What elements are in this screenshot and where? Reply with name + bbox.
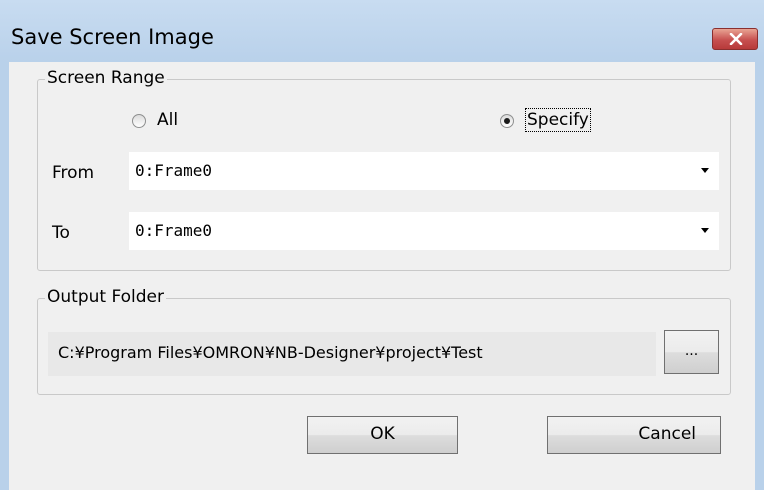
browse-button-label: ... <box>684 343 699 359</box>
from-label: From <box>52 163 95 183</box>
output-folder-path-text: C:¥Program Files¥OMRON¥NB-Designer¥proje… <box>58 343 483 362</box>
screen-range-legend: Screen Range <box>45 68 167 88</box>
radio-specify[interactable] <box>500 114 514 128</box>
to-value: 0:Frame0 <box>135 221 213 240</box>
from-combo[interactable]: 0:Frame0 <box>129 152 719 190</box>
ok-button[interactable]: OK <box>307 416 458 454</box>
dialog-title: Save Screen Image <box>11 25 214 49</box>
chevron-down-icon <box>701 228 709 233</box>
radio-selected-dot <box>504 118 510 124</box>
chevron-down-icon <box>701 168 709 173</box>
to-label: To <box>52 223 70 243</box>
title-bar[interactable]: Save Screen Image <box>0 0 764 62</box>
cancel-button[interactable]: Cancel <box>547 416 721 454</box>
radio-specify-label[interactable]: Specify <box>525 108 591 132</box>
close-icon <box>729 33 743 45</box>
dialog-body: Screen Range All Specify From 0:Frame0 T… <box>9 62 755 490</box>
output-folder-legend: Output Folder <box>45 287 166 307</box>
ok-button-label: OK <box>370 424 395 444</box>
save-screen-image-dialog: Save Screen Image Screen Range All Speci… <box>0 0 764 490</box>
cancel-button-label: Cancel <box>638 424 696 444</box>
radio-all-label[interactable]: All <box>157 110 178 130</box>
browse-button[interactable]: ... <box>664 330 719 374</box>
close-button[interactable] <box>712 28 758 50</box>
radio-all[interactable] <box>132 114 146 128</box>
to-combo[interactable]: 0:Frame0 <box>129 212 719 250</box>
screen-range-group: Screen Range All Specify From 0:Frame0 T… <box>37 68 731 271</box>
from-value: 0:Frame0 <box>135 161 213 180</box>
output-folder-path: C:¥Program Files¥OMRON¥NB-Designer¥proje… <box>48 332 656 376</box>
